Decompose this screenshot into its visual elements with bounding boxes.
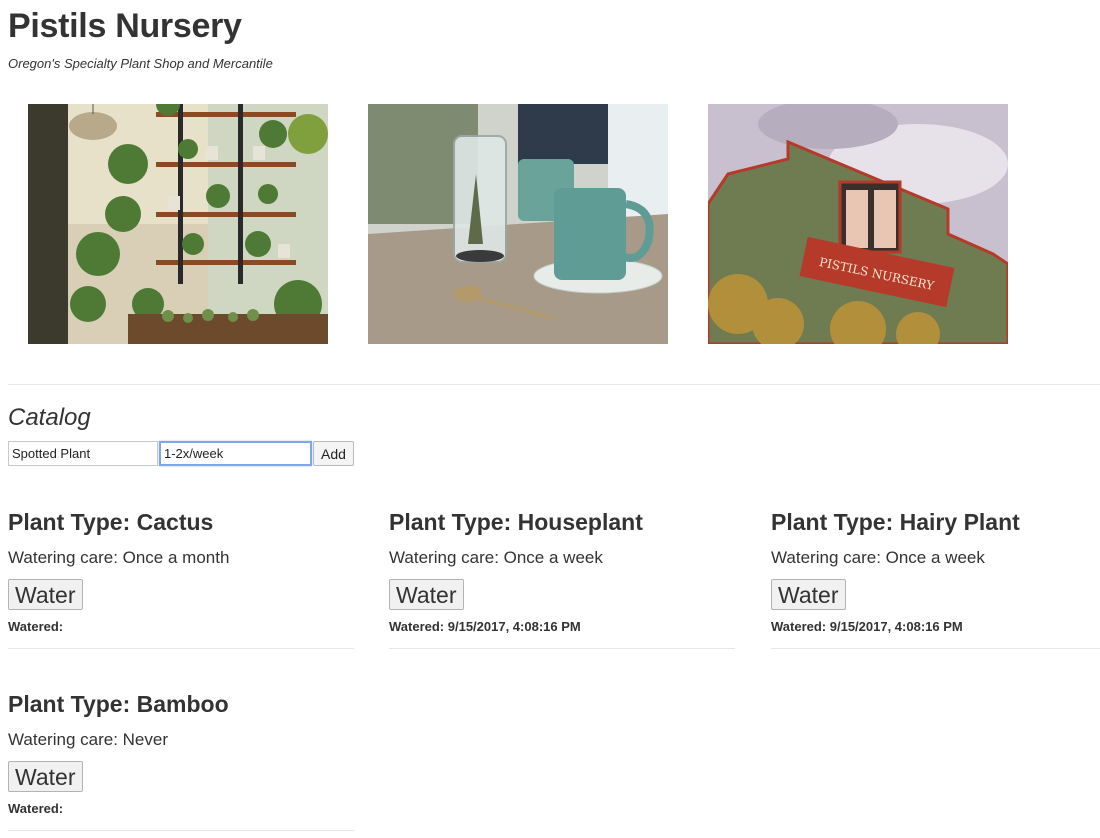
watering-care: Watering care: Once a month xyxy=(8,548,230,567)
watering-care: Watering care: Once a week xyxy=(771,548,985,567)
section-divider xyxy=(8,384,1100,385)
card-divider xyxy=(8,648,354,649)
water-button[interactable]: Water xyxy=(771,579,846,610)
watering-frequency-input[interactable] xyxy=(159,441,312,466)
watering-care: Watering care: Once a week xyxy=(389,548,603,567)
catalog-heading: Catalog xyxy=(8,404,91,431)
plant-type: Plant Type: Cactus xyxy=(8,509,214,535)
site-tagline: Oregon's Specialty Plant Shop and Mercan… xyxy=(8,56,273,71)
watered-timestamp: Watered: xyxy=(8,801,64,816)
card-divider xyxy=(389,648,735,649)
water-button[interactable]: Water xyxy=(8,579,83,610)
page: Pistils Nursery Oregon's Specialty Plant… xyxy=(0,0,1100,838)
nursery-storefront-photo: PISTILS NURSERY xyxy=(708,104,1008,344)
plant-card-bamboo: Plant Type: Bamboo Watering care: Never … xyxy=(8,689,354,831)
plant-card-hairy-plant: Plant Type: Hairy Plant Watering care: O… xyxy=(771,507,1100,649)
terrarium-teacup-photo xyxy=(368,104,668,344)
card-divider xyxy=(8,830,354,831)
water-button[interactable]: Water xyxy=(389,579,464,610)
site-title: Pistils Nursery xyxy=(8,7,242,45)
add-button[interactable]: Add xyxy=(313,441,354,466)
watering-care: Watering care: Never xyxy=(8,730,168,749)
plant-card-houseplant: Plant Type: Houseplant Watering care: On… xyxy=(389,507,735,649)
plant-shop-shelves-photo xyxy=(28,104,328,344)
plant-type: Plant Type: Hairy Plant xyxy=(771,509,1020,535)
plant-card-cactus: Plant Type: Cactus Watering care: Once a… xyxy=(8,507,354,649)
watered-timestamp: Watered: 9/15/2017, 4:08:16 PM xyxy=(771,619,963,634)
watered-timestamp: Watered: xyxy=(8,619,64,634)
watered-timestamp: Watered: 9/15/2017, 4:08:16 PM xyxy=(389,619,581,634)
plant-type: Plant Type: Bamboo xyxy=(8,691,229,717)
plant-name-input[interactable] xyxy=(8,441,158,466)
card-divider xyxy=(771,648,1100,649)
water-button[interactable]: Water xyxy=(8,761,83,792)
plant-type: Plant Type: Houseplant xyxy=(389,509,643,535)
